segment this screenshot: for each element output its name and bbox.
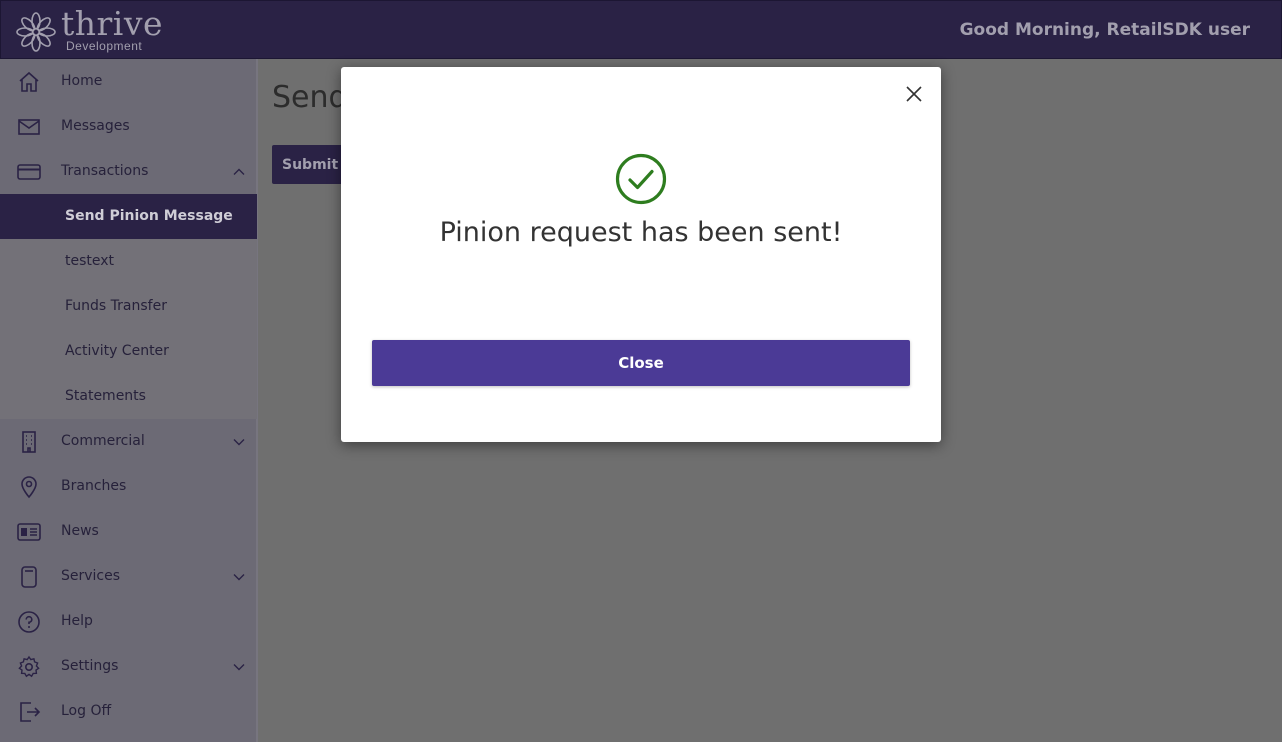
top-header: thrive Development Good Morning, RetailS… bbox=[0, 0, 1282, 59]
sidebar-item-help[interactable]: Help bbox=[0, 599, 257, 644]
page-title: Send bbox=[272, 80, 348, 115]
modal-message: Pinion request has been sent! bbox=[439, 217, 843, 248]
chevron-down-icon[interactable] bbox=[232, 435, 246, 449]
greeting-text: Good Morning, RetailSDK user bbox=[959, 20, 1250, 40]
close-icon[interactable] bbox=[904, 84, 924, 104]
sidebar-item-transactions[interactable]: Transactions bbox=[0, 149, 257, 194]
sidebar-item-branches[interactable]: Branches bbox=[0, 464, 257, 509]
home-icon bbox=[19, 71, 39, 92]
sidebar-item-label: Help bbox=[61, 613, 93, 629]
sidebar: Home Messages Transactions Send Pinion M… bbox=[0, 59, 258, 742]
submenu-item-statements[interactable]: Statements bbox=[0, 374, 257, 419]
sidebar-item-services[interactable]: Services bbox=[0, 554, 257, 599]
sidebar-item-settings[interactable]: Settings bbox=[0, 644, 257, 689]
sidebar-item-label: Home bbox=[61, 73, 103, 89]
device-icon bbox=[21, 566, 37, 588]
logo-wordmark: thrive bbox=[61, 4, 164, 43]
sidebar-item-label: Commercial bbox=[61, 433, 145, 449]
submenu-item-activity-center[interactable]: Activity Center bbox=[0, 329, 257, 374]
submenu-item-label: testext bbox=[65, 253, 115, 269]
logo-subtext: Development bbox=[66, 39, 143, 53]
submenu-item-label: Send Pinion Message bbox=[65, 208, 233, 224]
submenu-item-testext[interactable]: testext bbox=[0, 239, 257, 284]
flower-logo-icon bbox=[16, 12, 56, 52]
submenu-item-label: Activity Center bbox=[65, 343, 169, 359]
transactions-submenu: Send Pinion Message testext Funds Transf… bbox=[0, 194, 257, 419]
chevron-up-icon[interactable] bbox=[232, 165, 246, 179]
submenu-item-label: Funds Transfer bbox=[65, 298, 167, 314]
sidebar-item-label: Transactions bbox=[61, 163, 149, 179]
success-check-icon bbox=[615, 153, 667, 205]
sidebar-item-home[interactable]: Home bbox=[0, 59, 257, 104]
success-modal: Pinion request has been sent! Close bbox=[341, 67, 941, 442]
map-pin-icon bbox=[21, 476, 37, 499]
envelope-icon bbox=[18, 119, 40, 135]
submit-button[interactable]: Submit bbox=[272, 145, 350, 184]
building-icon bbox=[22, 431, 36, 453]
sidebar-item-news[interactable]: News bbox=[0, 509, 257, 554]
chevron-down-icon[interactable] bbox=[232, 660, 246, 674]
sidebar-item-label: Log Off bbox=[61, 703, 112, 719]
thrive-logo[interactable]: thrive Development bbox=[15, 4, 175, 55]
submenu-item-send-pinion-message[interactable]: Send Pinion Message bbox=[0, 194, 257, 239]
sidebar-item-label: Services bbox=[61, 568, 121, 584]
help-circle-icon bbox=[18, 611, 40, 633]
submenu-item-label: Statements bbox=[65, 388, 146, 404]
newspaper-icon bbox=[17, 523, 41, 541]
sidebar-item-messages[interactable]: Messages bbox=[0, 104, 257, 149]
chevron-down-icon[interactable] bbox=[232, 570, 246, 584]
submenu-item-funds-transfer[interactable]: Funds Transfer bbox=[0, 284, 257, 329]
sidebar-item-label: Branches bbox=[61, 478, 127, 494]
sidebar-item-label: News bbox=[61, 523, 99, 539]
credit-card-icon bbox=[17, 164, 41, 180]
sidebar-item-label: Settings bbox=[61, 658, 119, 674]
sidebar-item-label: Messages bbox=[61, 118, 130, 134]
sidebar-item-commercial[interactable]: Commercial bbox=[0, 419, 257, 464]
logout-icon bbox=[20, 702, 41, 722]
close-button[interactable]: Close bbox=[372, 340, 910, 386]
sidebar-item-log-off[interactable]: Log Off bbox=[0, 689, 257, 734]
gear-icon bbox=[18, 655, 40, 678]
